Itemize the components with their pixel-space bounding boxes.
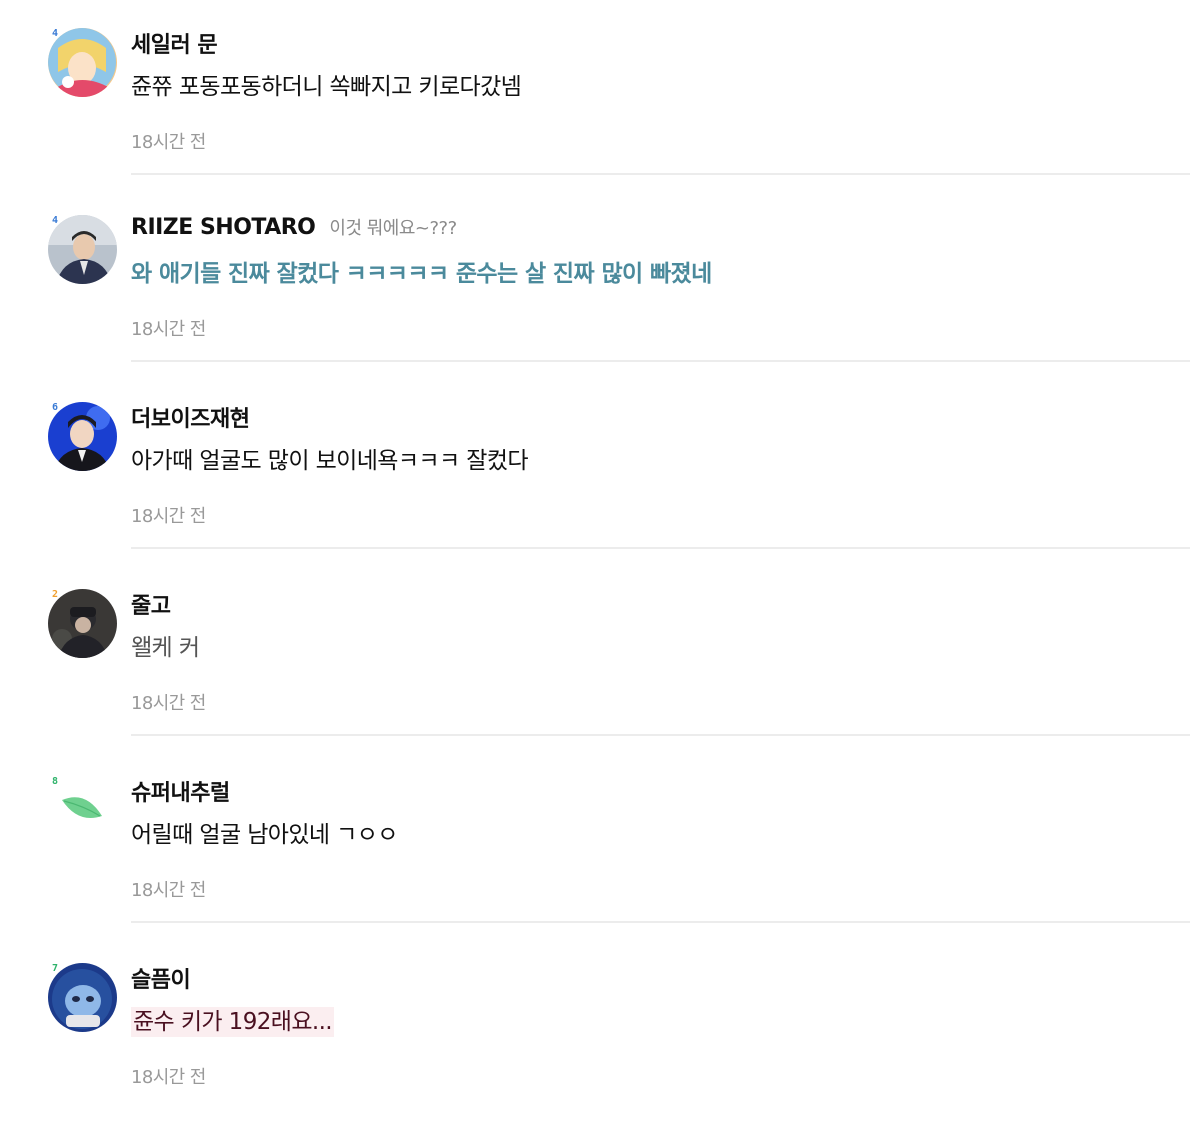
level-badge: 2 [52,589,59,600]
nick-row: 더보이즈재현 [131,401,250,432]
comment-time: 18시간 전 [131,506,206,527]
level-badge: 6 [52,402,59,413]
nick-row: 줄고 [131,588,171,619]
avatar-wrap: 4 [48,215,117,284]
comment-item: 6 더보이즈재현 아가때 얼굴도 많이 보이네욕ㅋㅋㅋ 잘컸다 18시간 전 [0,374,1190,561]
comment-time: 18시간 전 [131,319,206,340]
nickname[interactable]: 줄고 [131,594,171,619]
level-badge: 8 [52,776,59,787]
comment-text: 와 애기들 진짜 잘컸다 ㅋㅋㅋㅋㅋ 준수는 살 진짜 많이 빠졌네 [131,261,712,287]
comment-item: 4 세일러 문 쥰쮸 포동포동하더니 쏙빠지고 키로다갔넴 18시간 전 [0,0,1190,187]
comment-text: 쥰쮸 포동포동하더니 쏙빠지고 키로다갔넴 [131,74,522,100]
comment-time: 18시간 전 [131,880,206,901]
comment-time: 18시간 전 [131,693,206,714]
comment-item: 8 슈퍼내추럴 어릴때 얼굴 남아있네 ㄱㅇㅇ 18시간 전 [0,748,1190,935]
user-title: 이것 뭐에요~??? [329,218,457,239]
avatar[interactable] [48,28,117,97]
comment-item: 4 RIIZE SHOTARO 이것 뭐에요~??? 와 애기들 진짜 잘컸다 ㅋ… [0,187,1190,374]
comment-item: 2 줄고 왤케 커 18시간 전 [0,561,1190,748]
avatar-wrap: 8 [48,776,117,845]
divider [131,921,1190,923]
comment-time: 18시간 전 [131,132,206,153]
avatar-wrap: 4 [48,28,117,97]
level-badge: 7 [52,963,59,974]
nick-row: 슬픔이 [131,962,191,993]
comment-item: 7 슬픔이 쥰수 키가 192래요... 18시간 전 [0,935,1190,1122]
divider [131,360,1190,362]
comment-time: 18시간 전 [131,1067,206,1088]
nickname[interactable]: 세일러 문 [131,33,218,58]
nickname[interactable]: RIIZE SHOTARO [131,215,316,240]
nickname[interactable]: 더보이즈재현 [131,407,250,432]
comment-text: 어릴때 얼굴 남아있네 ㄱㅇㅇ [131,822,398,848]
divider [131,173,1190,175]
level-badge: 4 [52,215,59,226]
avatar[interactable] [48,402,117,471]
leaf-icon [48,776,117,845]
divider [131,547,1190,549]
level-badge: 4 [52,28,59,39]
avatar[interactable] [48,589,117,658]
comment-text: 아가때 얼굴도 많이 보이네욕ㅋㅋㅋ 잘컸다 [131,448,529,474]
nickname[interactable]: 슈퍼내추럴 [131,781,230,806]
avatar-wrap: 7 [48,963,117,1032]
avatar[interactable] [48,776,117,845]
comment-text: 쥰수 키가 192래요... [131,1007,335,1037]
avatar-wrap: 6 [48,402,117,471]
nickname[interactable]: 슬픔이 [131,968,191,993]
nick-row: 슈퍼내추럴 [131,775,230,806]
comment-list: 4 세일러 문 쥰쮸 포동포동하더니 쏙빠지고 키로다갔넴 18시간 전 4 R… [0,0,1190,1122]
avatar[interactable] [48,963,117,1032]
nick-row: 세일러 문 [131,27,218,58]
comment-text: 왤케 커 [131,635,200,661]
avatar[interactable] [48,215,117,284]
avatar-wrap: 2 [48,589,117,658]
divider [131,734,1190,736]
nick-row: RIIZE SHOTARO 이것 뭐에요~??? [131,214,457,242]
